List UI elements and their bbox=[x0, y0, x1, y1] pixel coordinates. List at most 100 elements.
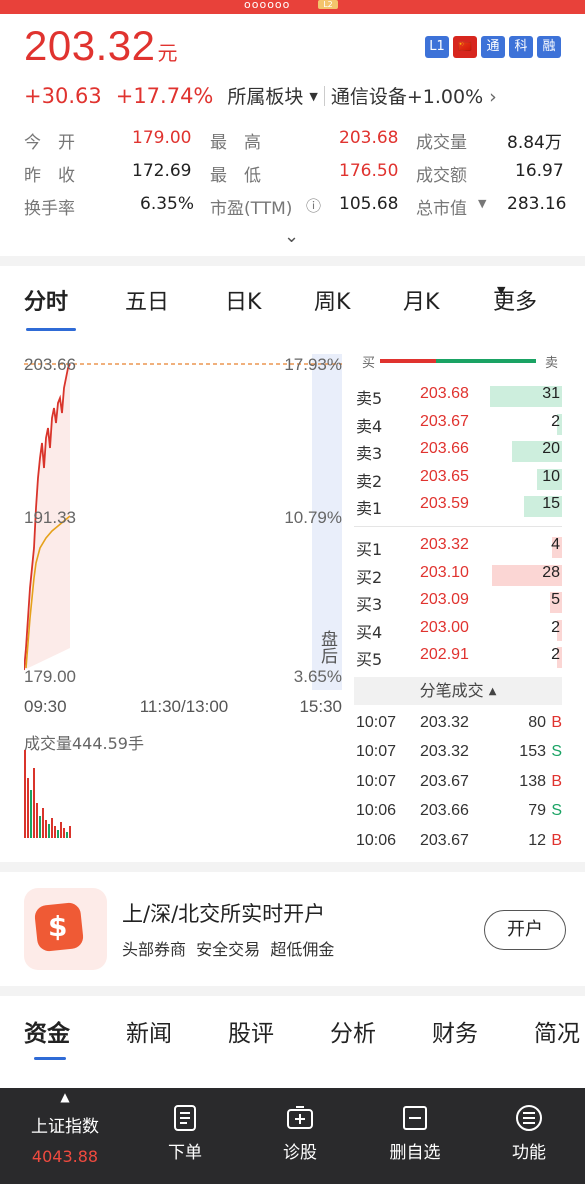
tab-monthly-k[interactable]: 月K bbox=[403, 284, 439, 316]
order-book: 买 卖 卖5 203.68 31 卖4 203.67 2 卖3 203.66 20 卖2 203.6… bbox=[354, 348, 562, 847]
level-volume: 2 bbox=[551, 618, 560, 636]
tab-five-day[interactable]: 五日 bbox=[125, 284, 169, 316]
sector-link[interactable]: 通信设备+1.00% › bbox=[331, 82, 497, 109]
tab-daily-k[interactable]: 日K bbox=[225, 284, 261, 316]
open-account-button[interactable]: 开户 bbox=[484, 910, 566, 950]
level-price: 203.65 bbox=[420, 467, 469, 485]
level-label: 卖1 bbox=[356, 499, 383, 519]
quote-label: 今 开 bbox=[24, 133, 75, 153]
level-price: 203.59 bbox=[420, 495, 469, 513]
sector-name: 通信设备+1.00% bbox=[330, 86, 484, 108]
info-tabs: 资金 新闻 股评 分析 财务 简况 bbox=[0, 1014, 585, 1054]
nav-diagnose-label: 诊股 bbox=[283, 1143, 317, 1163]
nav-order[interactable]: 下单 bbox=[140, 1088, 230, 1184]
quote-value: 176.50 bbox=[339, 161, 399, 181]
caret-down-icon: ▼ bbox=[309, 90, 318, 103]
quote-value: 179.00 bbox=[132, 128, 192, 148]
sector-dropdown[interactable]: 所属板块 ▼ bbox=[227, 82, 317, 109]
status-strip: oooooo L2 bbox=[0, 0, 585, 14]
trade-time: 10:07 bbox=[356, 743, 397, 761]
status-dots: oooooo bbox=[244, 0, 291, 11]
quote-row: 昨 收 172.69 最 低 176.50 成交额 16.97 bbox=[24, 161, 585, 194]
quote-row: 今 开 179.00 最 高 203.68 成交量 8.84万 bbox=[24, 128, 585, 161]
tab-analysis[interactable]: 分析 bbox=[330, 1014, 376, 1048]
quote-label: 最 高 bbox=[210, 133, 261, 153]
quote-value: 105.68 bbox=[339, 194, 399, 214]
level-price: 203.66 bbox=[420, 440, 469, 458]
tab-news[interactable]: 新闻 bbox=[126, 1014, 172, 1048]
trade-price: 203.67 bbox=[420, 831, 469, 847]
tong-tag[interactable]: 通 bbox=[481, 36, 505, 58]
bid-row[interactable]: 买5 202.91 2 bbox=[354, 643, 562, 671]
trades-label: 分笔成交 bbox=[419, 680, 484, 700]
caret-down-icon: ▼ bbox=[497, 284, 506, 297]
caret-down-icon[interactable]: ▼ bbox=[478, 197, 486, 210]
nav-remove-watchlist[interactable]: 删自选 bbox=[370, 1088, 460, 1184]
ask-row[interactable]: 卖5 203.68 31 bbox=[354, 382, 562, 410]
index-ticker[interactable]: ▲ 上证指数 4043.88 bbox=[18, 1088, 112, 1184]
tab-comments[interactable]: 股评 bbox=[228, 1014, 274, 1048]
nav-remove-label: 删自选 bbox=[389, 1143, 441, 1163]
intraday-chart[interactable]: 203.66 191.33 179.00 17.93% 10.79% 3.65%… bbox=[24, 348, 344, 840]
expand-chevron-icon[interactable]: ⌄ bbox=[284, 226, 299, 247]
quote-value: 6.35% bbox=[140, 194, 195, 214]
trade-row: 10:06 203.66 79 S bbox=[354, 799, 562, 829]
trade-price: 203.32 bbox=[420, 713, 469, 731]
quote-label: 成交额 bbox=[416, 166, 467, 186]
l2-badge[interactable]: L2 bbox=[318, 0, 338, 9]
sector-label: 所属板块 bbox=[227, 86, 304, 108]
bid-row[interactable]: 买4 203.00 2 bbox=[354, 616, 562, 644]
time-end: 15:30 bbox=[299, 697, 342, 716]
trade-time: 10:07 bbox=[356, 713, 397, 731]
y-axis-mid: 191.33 bbox=[24, 508, 76, 527]
quote-label: 最 低 bbox=[210, 166, 261, 186]
ask-row[interactable]: 卖4 203.67 2 bbox=[354, 410, 562, 438]
tab-weekly-k[interactable]: 周K bbox=[314, 284, 350, 316]
promo-title[interactable]: 上/深/北交所实时开户 bbox=[122, 898, 325, 928]
account-app-icon[interactable]: $ bbox=[24, 888, 107, 970]
section-divider bbox=[0, 256, 585, 266]
level-price: 203.09 bbox=[420, 591, 469, 609]
nav-diagnose[interactable]: 诊股 bbox=[255, 1088, 345, 1184]
trade-volume: 153 bbox=[519, 743, 546, 761]
trade-side: S bbox=[551, 802, 562, 820]
pct-axis-high: 17.93% bbox=[284, 355, 342, 374]
tab-profile[interactable]: 简况 bbox=[534, 1014, 580, 1048]
level-price: 203.10 bbox=[420, 563, 469, 581]
trade-price: 203.66 bbox=[420, 802, 469, 820]
ke-tag[interactable]: 科 bbox=[509, 36, 533, 58]
trade-time: 10:07 bbox=[356, 772, 397, 790]
bid-row[interactable]: 买2 203.10 28 bbox=[354, 561, 562, 589]
trade-row: 10:07 203.32 80 B bbox=[354, 711, 562, 741]
ask-row[interactable]: 卖3 203.66 20 bbox=[354, 437, 562, 465]
volume-bars bbox=[24, 750, 71, 838]
trade-time: 10:06 bbox=[356, 831, 397, 847]
section-divider bbox=[0, 862, 585, 872]
buy-ratio-label: 买 bbox=[362, 356, 376, 371]
rong-tag[interactable]: 融 bbox=[537, 36, 561, 58]
caret-up-icon: ▲ bbox=[488, 685, 497, 697]
bottom-nav: ▲ 上证指数 4043.88 下单 诊股 删自选 功能 bbox=[0, 1088, 585, 1184]
level-volume: 10 bbox=[542, 467, 560, 485]
tab-finance[interactable]: 财务 bbox=[432, 1014, 478, 1048]
l1-tag[interactable]: L1 bbox=[425, 36, 449, 58]
bid-row[interactable]: 买1 203.32 4 bbox=[354, 533, 562, 561]
quote-label: 昨 收 bbox=[24, 166, 75, 186]
bid-list: 买1 203.32 4 买2 203.10 28 买3 203.09 5 买4 203.00 2 买5 2… bbox=[354, 533, 562, 671]
trades-header[interactable]: 分笔成交 ▲ bbox=[354, 676, 562, 705]
nav-functions[interactable]: 功能 bbox=[484, 1088, 574, 1184]
buy-ratio-bar bbox=[380, 359, 436, 363]
time-mid: 11:30/13:00 bbox=[140, 697, 229, 716]
ask-row[interactable]: 卖2 203.65 10 bbox=[354, 465, 562, 493]
tab-funds[interactable]: 资金 bbox=[24, 1014, 70, 1048]
tab-intraday[interactable]: 分时 bbox=[24, 284, 68, 316]
price-value: 203.32 bbox=[24, 22, 156, 69]
level-price: 203.00 bbox=[420, 618, 469, 636]
index-value: 4043.88 bbox=[31, 1147, 99, 1166]
bid-row[interactable]: 买3 203.09 5 bbox=[354, 588, 562, 616]
promo-subtitle: 头部券商 安全交易 超低佣金 bbox=[122, 940, 335, 959]
info-icon[interactable]: ⓘ bbox=[306, 195, 321, 216]
nav-order-label: 下单 bbox=[168, 1143, 202, 1163]
quote-label: 换手率 bbox=[24, 199, 75, 219]
ask-row[interactable]: 卖1 203.59 15 bbox=[354, 492, 562, 520]
